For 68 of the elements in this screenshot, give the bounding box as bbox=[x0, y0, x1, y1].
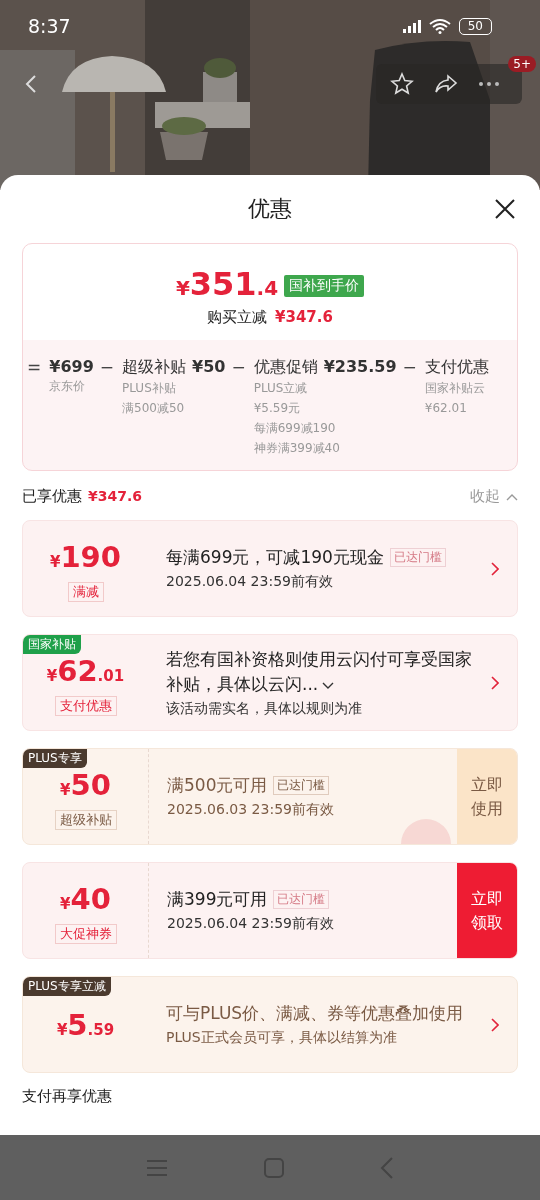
action-button[interactable]: 立即使用 bbox=[457, 749, 517, 844]
operator-sign: − bbox=[402, 357, 417, 379]
item-note: 神券满399减40 bbox=[253, 440, 341, 457]
saving-amount: ¥347.6 bbox=[275, 308, 333, 327]
status-time: 8:37 bbox=[28, 15, 71, 37]
corner-tag: PLUS专享立减 bbox=[23, 977, 111, 996]
battery-icon: 50 bbox=[458, 17, 492, 35]
item-note: 京东价 bbox=[49, 378, 87, 395]
operator-sign: − bbox=[99, 357, 115, 379]
coupon-amount: ¥40 bbox=[60, 883, 111, 918]
price-tag: 国补到手价 bbox=[284, 275, 365, 297]
saving-label: 购买立减 bbox=[207, 308, 268, 327]
coupon-title: 若您有国补资格则使用云闪付可享受国家补贴，具体以云闪... bbox=[166, 647, 473, 696]
star-icon[interactable] bbox=[390, 72, 414, 96]
coupon-type: 支付优惠 bbox=[54, 696, 117, 716]
coupon-type: 大促神券 bbox=[54, 924, 117, 944]
notification-badge: 5+ bbox=[508, 56, 536, 72]
coupon-title: 满500元可用 bbox=[167, 774, 268, 797]
close-icon[interactable] bbox=[494, 198, 516, 220]
collapse-button[interactable]: 收起 bbox=[470, 487, 518, 506]
coupon-type: 满减 bbox=[67, 582, 104, 602]
chevron-up-icon bbox=[506, 492, 518, 501]
wifi-icon bbox=[428, 18, 451, 34]
coupon-note: 2025.06.04 23:59前有效 bbox=[166, 572, 334, 591]
item-note: PLUS补贴 bbox=[122, 380, 177, 397]
coupon-title: 可与PLUS价、满减、券等优惠叠加使用 bbox=[166, 1002, 464, 1025]
corner-tag: PLUS专享 bbox=[23, 749, 87, 768]
threshold-tag: 已达门槛 bbox=[273, 776, 330, 795]
item-title: 超级补贴 bbox=[122, 357, 187, 378]
coupon-amount: ¥62.01 bbox=[46, 655, 125, 690]
coupon-type: 超级补贴 bbox=[54, 810, 117, 830]
coupon-note: 该活动需实名，具体以规则为准 bbox=[166, 698, 363, 718]
coupon-amount: ¥190 bbox=[50, 541, 121, 576]
item-amount: ¥235.59 bbox=[323, 357, 397, 378]
enjoyed-label: 已享优惠 bbox=[22, 487, 82, 506]
chevron-right-icon[interactable] bbox=[491, 675, 499, 690]
item-amount: ¥699 bbox=[49, 357, 94, 376]
coupon-title: 满399元可用 bbox=[167, 888, 268, 911]
coupon-note: 2025.06.04 23:59前有效 bbox=[167, 914, 335, 933]
operator-sign: = bbox=[27, 357, 42, 379]
item-note: ¥5.59元 bbox=[253, 400, 302, 417]
sheet-title: 优惠 bbox=[248, 195, 292, 223]
chevron-right-icon[interactable] bbox=[491, 561, 499, 576]
threshold-tag: 已达门槛 bbox=[273, 890, 330, 909]
item-amount: ¥50 bbox=[192, 357, 226, 378]
operator-sign: − bbox=[231, 357, 246, 379]
action-button[interactable]: 立即领取 bbox=[457, 863, 517, 958]
item-note: PLUS立减 bbox=[253, 380, 309, 397]
enjoyed-amount: ¥347.6 bbox=[88, 488, 143, 504]
coupon-amount: ¥5.59 bbox=[56, 1009, 115, 1044]
chevron-right-icon[interactable] bbox=[491, 1017, 499, 1032]
item-note: 国家补贴云 bbox=[424, 380, 486, 397]
item-note: ¥62.01 bbox=[424, 400, 468, 417]
threshold-tag: 已达门槛 bbox=[389, 548, 446, 567]
share-icon[interactable] bbox=[434, 73, 458, 95]
section-title: 支付再享优惠 bbox=[22, 1087, 113, 1106]
final-price: ¥351.4 bbox=[175, 266, 279, 305]
item-title: 优惠促销 bbox=[253, 357, 318, 378]
more-icon[interactable] bbox=[478, 81, 500, 87]
coupon-amount: ¥50 bbox=[60, 769, 111, 804]
item-title: 支付优惠 bbox=[424, 357, 489, 378]
expand-icon[interactable] bbox=[322, 681, 335, 690]
corner-tag: 国家补贴 bbox=[23, 635, 81, 654]
coupon-note: 2025.06.03 23:59前有效 bbox=[167, 800, 335, 819]
coupon-note: PLUS正式会员可享，具体以结算为准 bbox=[166, 1028, 398, 1047]
coupon-title: 每满699元，可减190元现金 bbox=[166, 546, 384, 569]
item-note: 每满699减190 bbox=[253, 420, 337, 437]
item-note: 满500减50 bbox=[122, 400, 186, 417]
